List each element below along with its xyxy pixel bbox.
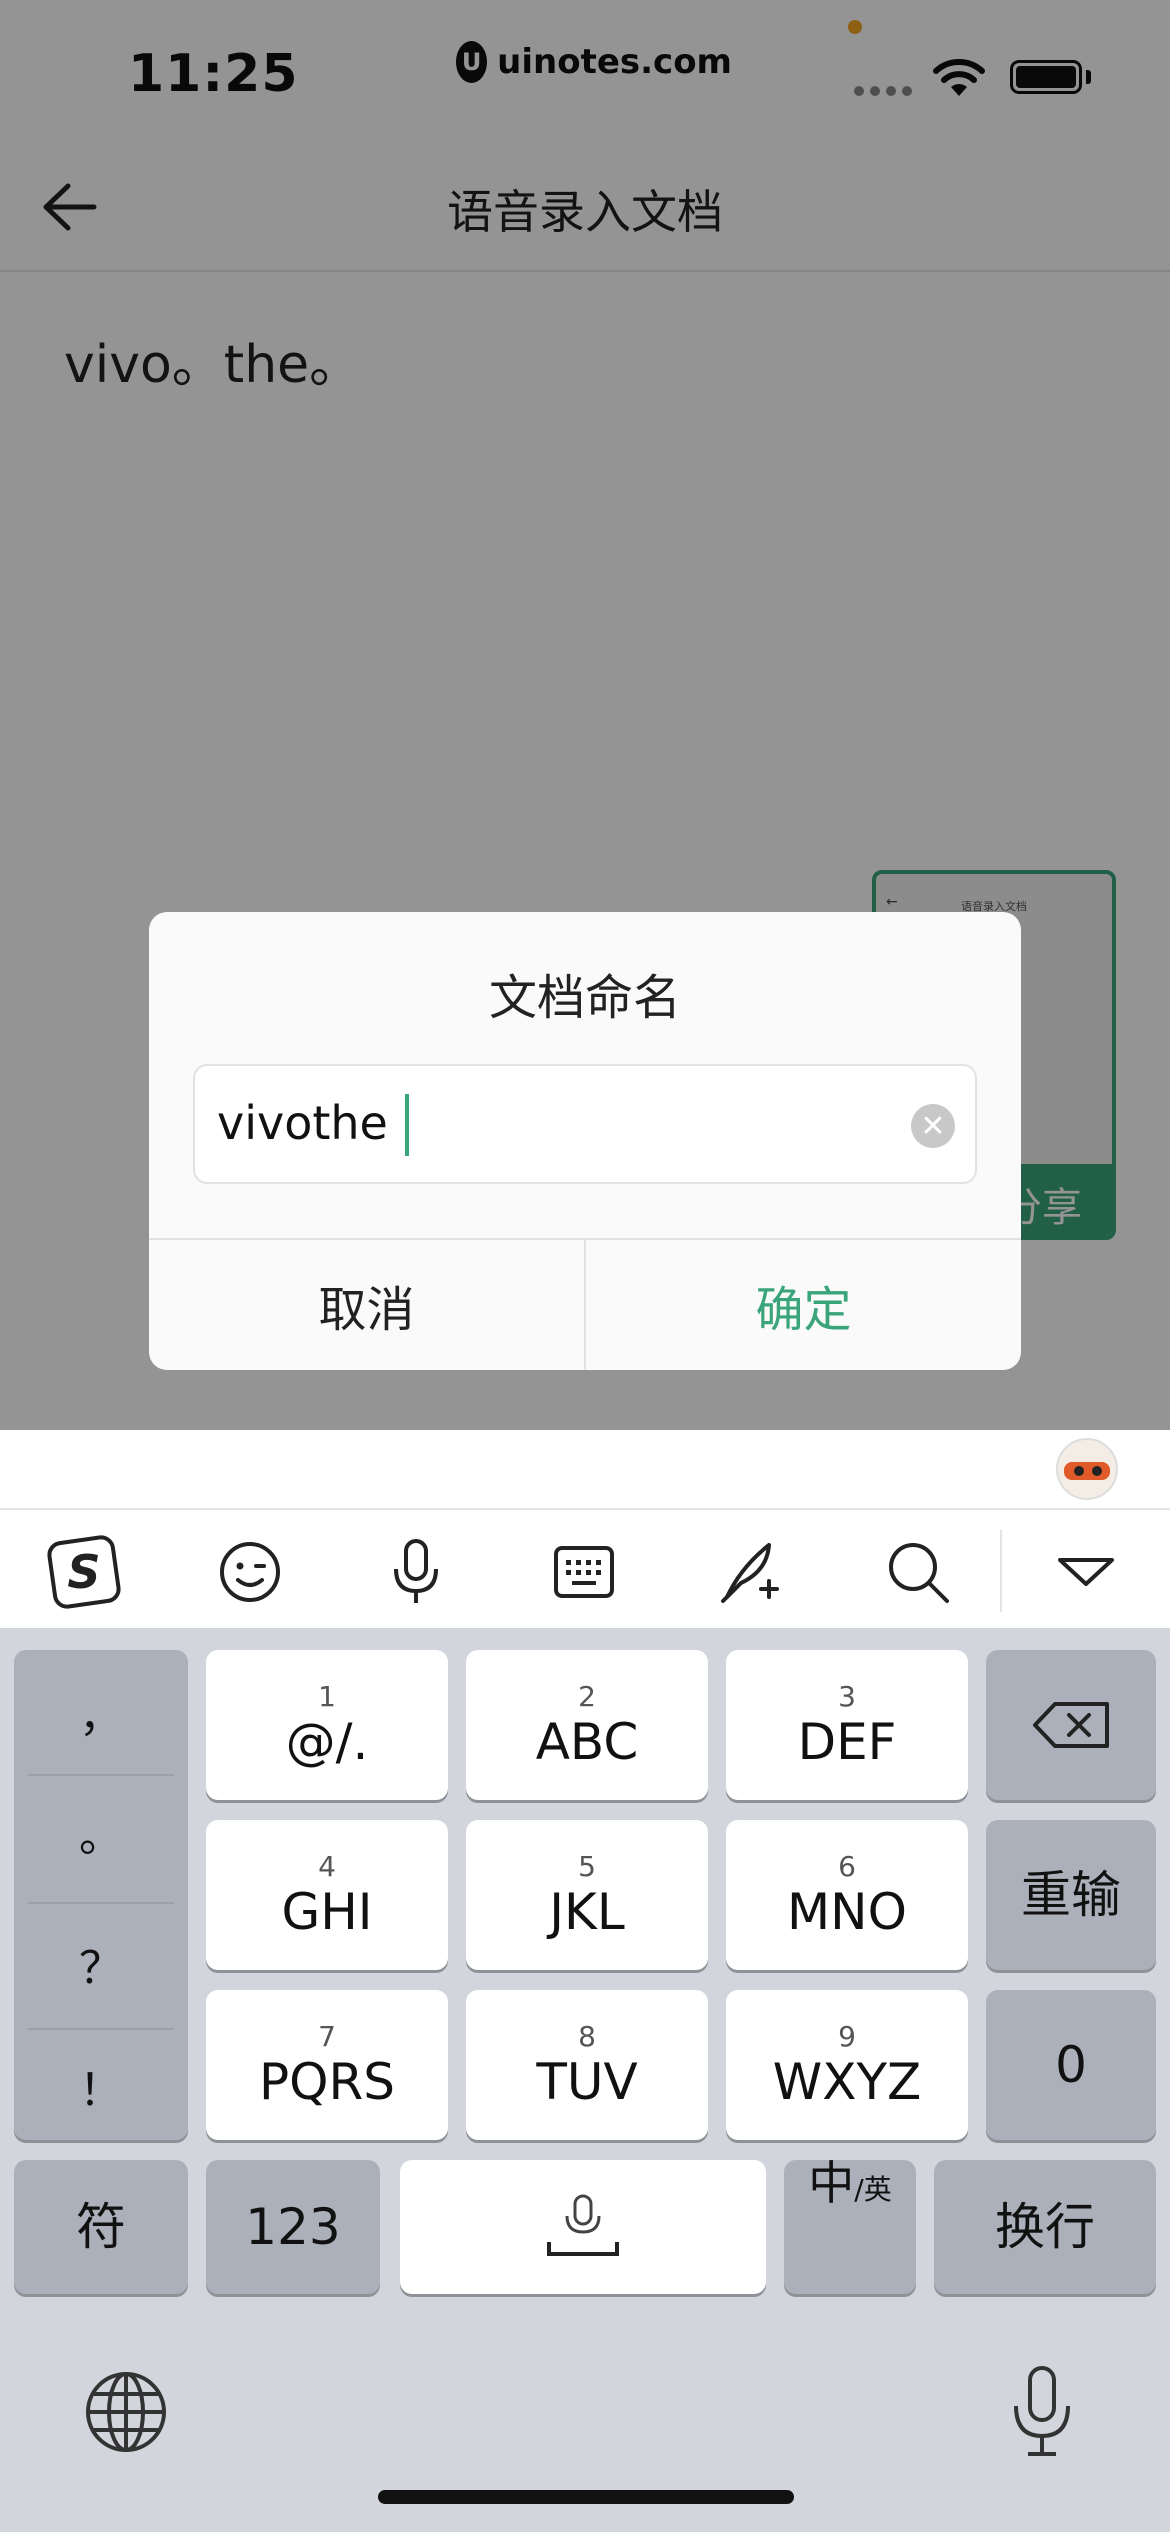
key-number: 1 bbox=[318, 1680, 336, 1713]
globe-icon[interactable] bbox=[84, 2370, 168, 2454]
svg-text:S: S bbox=[67, 1545, 100, 1599]
text-caret bbox=[405, 1094, 409, 1156]
dialog-title: 文档命名 bbox=[488, 970, 681, 1026]
punct-exclaim-key[interactable]: ！ bbox=[14, 2054, 188, 2118]
collapse-icon[interactable] bbox=[1044, 1530, 1128, 1614]
key-7[interactable]: 7 PQRS bbox=[206, 1990, 448, 2140]
punct-comma-key[interactable]: ， bbox=[14, 1680, 188, 1744]
key-label: GHI bbox=[281, 1883, 373, 1941]
key-label: @/. bbox=[285, 1713, 369, 1771]
search-icon[interactable] bbox=[876, 1530, 960, 1614]
key-label: PQRS bbox=[259, 2053, 395, 2111]
key-label: ABC bbox=[535, 1713, 639, 1771]
key-label: JKL bbox=[549, 1883, 625, 1941]
backspace-icon bbox=[1033, 1702, 1109, 1748]
punctuation-column: ， 。 ？ ！ bbox=[14, 1650, 188, 2140]
enter-key[interactable]: 换行 bbox=[934, 2160, 1156, 2294]
key-label: 123 bbox=[245, 2198, 341, 2256]
key-6[interactable]: 6 MNO bbox=[726, 1820, 968, 1970]
key-9[interactable]: 9 WXYZ bbox=[726, 1990, 968, 2140]
key-number: 9 bbox=[838, 2020, 856, 2053]
microphone-icon[interactable] bbox=[374, 1530, 458, 1614]
space-key[interactable] bbox=[400, 2160, 766, 2294]
key-number: 7 bbox=[318, 2020, 336, 2053]
punct-period-key[interactable]: 。 bbox=[14, 1800, 188, 1864]
mascot-icon[interactable] bbox=[1056, 1438, 1118, 1500]
key-label: WXYZ bbox=[772, 2053, 922, 2111]
backspace-key[interactable] bbox=[986, 1650, 1156, 1800]
language-switch-key[interactable]: 中 /英 bbox=[784, 2160, 916, 2294]
key-label: 0 bbox=[1055, 2036, 1087, 2094]
clear-input-icon[interactable]: ✕ bbox=[911, 1104, 955, 1148]
cancel-button[interactable]: 取消 bbox=[149, 1240, 584, 1370]
space-mic-icon bbox=[547, 2194, 619, 2256]
key-label: 符 bbox=[76, 2198, 126, 2256]
key-label: TUV bbox=[536, 2053, 638, 2111]
key-label: MNO bbox=[787, 1883, 907, 1941]
key-5[interactable]: 5 JKL bbox=[466, 1820, 708, 1970]
key-3[interactable]: 3 DEF bbox=[726, 1650, 968, 1800]
key-label: 换行 bbox=[995, 2198, 1095, 2256]
document-name-value: vivothe bbox=[217, 1096, 388, 1150]
key-1[interactable]: 1 @/. bbox=[206, 1650, 448, 1800]
key-number: 8 bbox=[578, 2020, 596, 2053]
key-number: 4 bbox=[318, 1850, 336, 1883]
key-2[interactable]: 2 ABC bbox=[466, 1650, 708, 1800]
dictation-microphone-icon[interactable] bbox=[1006, 2364, 1078, 2460]
key-number: 6 bbox=[838, 1850, 856, 1883]
key-8[interactable]: 8 TUV bbox=[466, 1990, 708, 2140]
document-name-input[interactable]: vivothe ✕ bbox=[193, 1064, 977, 1184]
key-label: DEF bbox=[797, 1713, 897, 1771]
symbol-key[interactable]: 符 bbox=[14, 2160, 188, 2294]
confirm-button[interactable]: 确定 bbox=[586, 1240, 1021, 1370]
rename-dialog: 文档命名 vivothe ✕ 取消 确定 bbox=[149, 912, 1021, 1370]
key-4[interactable]: 4 GHI bbox=[206, 1820, 448, 1970]
home-indicator[interactable] bbox=[378, 2490, 794, 2504]
keyboard-icon[interactable] bbox=[542, 1530, 626, 1614]
key-number: 2 bbox=[578, 1680, 596, 1713]
handwriting-icon[interactable] bbox=[710, 1530, 794, 1614]
sogou-logo-icon[interactable]: S bbox=[42, 1530, 126, 1614]
key-label: 重输 bbox=[1021, 1866, 1121, 1924]
emoji-icon[interactable] bbox=[208, 1530, 292, 1614]
key-label-main: 中 bbox=[808, 2156, 855, 2210]
key-label-sub: /英 bbox=[854, 2173, 892, 2206]
numeric-key[interactable]: 123 bbox=[206, 2160, 380, 2294]
retype-key[interactable]: 重输 bbox=[986, 1820, 1156, 1970]
candidate-strip bbox=[0, 1430, 1170, 1510]
toolbar-separator bbox=[1000, 1530, 1002, 1612]
key-number: 5 bbox=[578, 1850, 596, 1883]
key-0[interactable]: 0 bbox=[986, 1990, 1156, 2140]
punct-question-key[interactable]: ？ bbox=[14, 1932, 188, 1996]
key-number: 3 bbox=[838, 1680, 856, 1713]
app-screen: 11:25 U uinotes.com 语音录入文档 vivo。the。 ← 语… bbox=[0, 0, 1170, 1430]
